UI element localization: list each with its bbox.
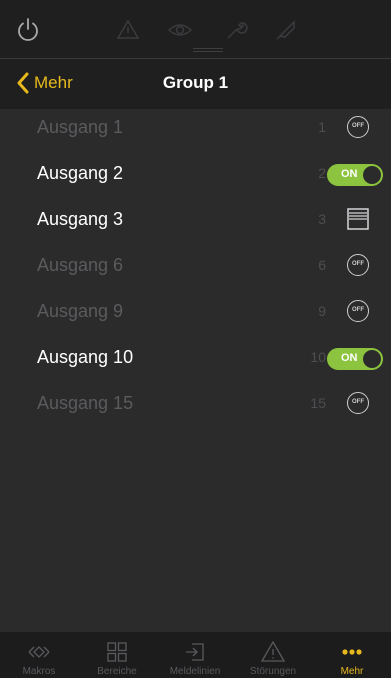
toggle-knob: [363, 350, 381, 368]
wrench-icon[interactable]: [222, 16, 250, 44]
toggle-state-label: ON: [341, 168, 358, 180]
list-item[interactable]: Ausgang 3 3: [0, 197, 391, 243]
output-name: Ausgang 9: [37, 301, 124, 321]
app-root: Mehr Group 1 Ausgang 1 1 OFF Ausgang 2 2…: [0, 0, 391, 678]
tab-meldelinien[interactable]: Meldelinien: [156, 632, 234, 678]
off-label: OFF: [352, 399, 364, 405]
shutter-icon[interactable]: [347, 208, 369, 230]
tab-mehr[interactable]: Mehr: [313, 632, 391, 678]
output-number: 15: [310, 395, 326, 411]
drag-handle[interactable]: [193, 48, 223, 52]
tag-icon[interactable]: [272, 16, 300, 44]
list-item[interactable]: Ausgang 9 9 OFF: [0, 289, 391, 335]
output-name: Ausgang 10: [37, 347, 134, 367]
grid-icon: [107, 642, 127, 662]
page-title: Group 1: [162, 73, 229, 92]
output-name: Ausgang 3: [37, 209, 124, 229]
power-icon[interactable]: [14, 16, 42, 44]
tab-label: Meldelinien: [169, 666, 221, 677]
top-toolbar: [0, 0, 391, 58]
on-toggle[interactable]: ON: [327, 348, 383, 370]
tab-bereiche[interactable]: Bereiche: [78, 632, 156, 678]
off-button[interactable]: OFF: [347, 116, 369, 138]
nav-bar: Mehr Group 1: [0, 58, 391, 109]
output-name: Ausgang 1: [37, 117, 124, 137]
output-number: 10: [310, 349, 326, 365]
tab-makros[interactable]: Makros: [0, 632, 78, 678]
off-button[interactable]: OFF: [347, 300, 369, 322]
output-name: Ausgang 15: [37, 393, 134, 413]
off-label: OFF: [352, 123, 364, 129]
more-icon: [342, 649, 362, 655]
toggle-state-label: ON: [341, 352, 358, 364]
output-number: 9: [318, 303, 326, 319]
warning-icon[interactable]: [114, 16, 142, 44]
tab-stoerungen[interactable]: Störungen: [234, 632, 312, 678]
off-button[interactable]: OFF: [347, 254, 369, 276]
warning-icon: [261, 640, 285, 662]
tab-label: Störungen: [249, 666, 297, 677]
output-name: Ausgang 2: [37, 163, 124, 183]
signin-icon: [186, 643, 204, 661]
list-item[interactable]: Ausgang 15 15 OFF: [0, 381, 391, 427]
output-list: Ausgang 1 1 OFF Ausgang 2 2 ON Ausgang 3…: [0, 105, 391, 427]
output-number: 3: [318, 211, 326, 227]
output-number: 2: [318, 165, 326, 181]
output-number: 1: [318, 119, 326, 135]
output-name: Ausgang 6: [37, 255, 124, 275]
list-item[interactable]: Ausgang 10 10 ON: [0, 335, 391, 381]
eye-icon[interactable]: [166, 16, 194, 44]
tab-bar: Makros Bereiche Meldelinien Störungen Me…: [0, 632, 391, 678]
list-item[interactable]: Ausgang 1 1 OFF: [0, 105, 391, 151]
off-label: OFF: [352, 261, 364, 267]
off-button[interactable]: OFF: [347, 392, 369, 414]
off-label: OFF: [352, 307, 364, 313]
list-item[interactable]: Ausgang 6 6 OFF: [0, 243, 391, 289]
toggle-knob: [363, 166, 381, 184]
tab-label: Makros: [22, 666, 56, 677]
macro-icon: [28, 646, 50, 658]
on-toggle[interactable]: ON: [327, 164, 383, 186]
tab-label: Mehr: [340, 666, 364, 677]
list-item[interactable]: Ausgang 2 2 ON: [0, 151, 391, 197]
tab-label: Bereiche: [97, 666, 137, 677]
output-number: 6: [318, 257, 326, 273]
